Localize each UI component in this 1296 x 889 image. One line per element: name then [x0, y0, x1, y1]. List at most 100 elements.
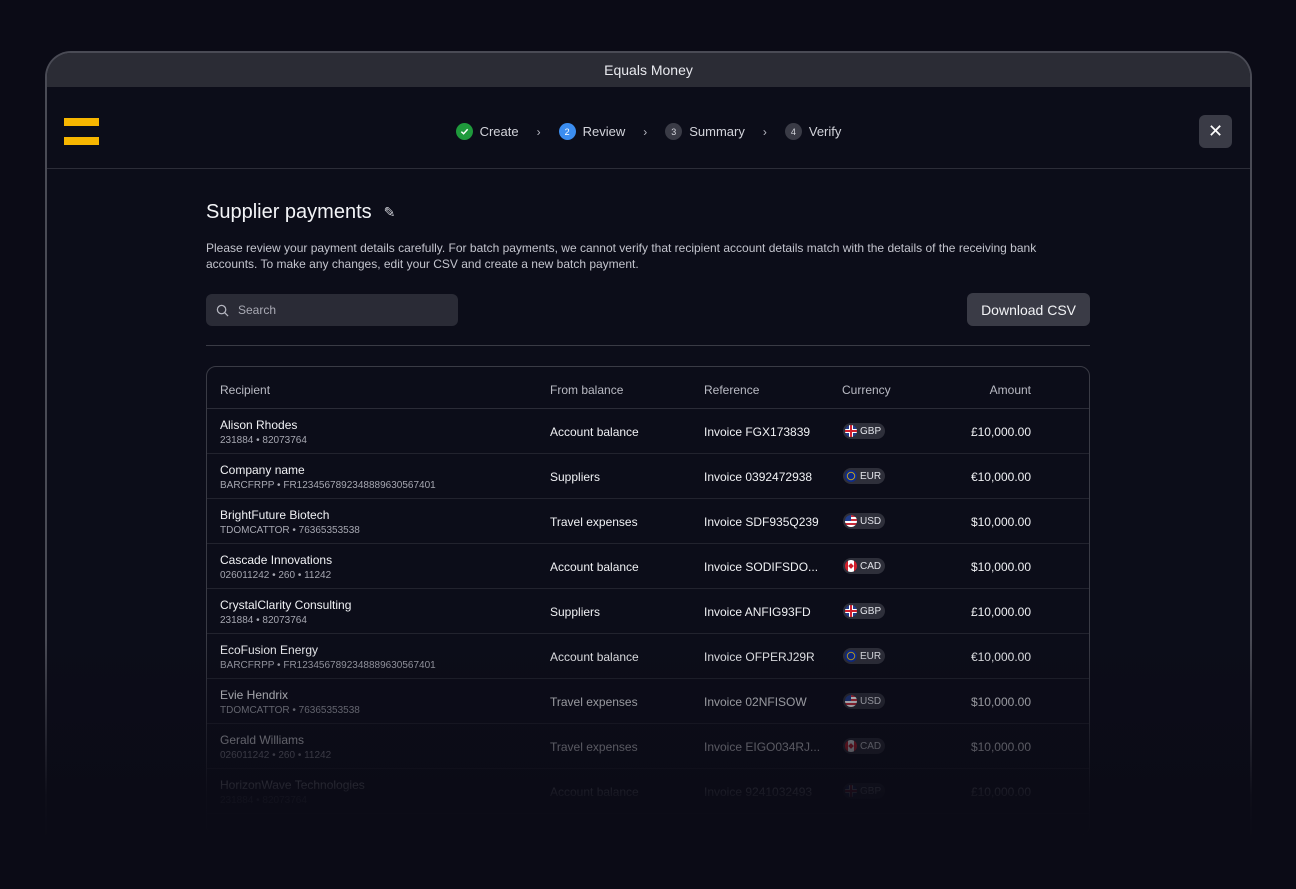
recipient-account: 026011242 • 260 • 11242 — [220, 570, 332, 581]
currency-badge: CAD — [843, 738, 886, 754]
recipient-account: BARCFRPP • FR1234567892348889630567401 — [220, 660, 436, 671]
page-title-text: Supplier payments — [206, 201, 372, 223]
recipient-cell: EcoFusion Energy BARCFRPP • FR12345678923… — [220, 643, 436, 671]
table-row[interactable]: BrightFuture Biotech TDOMCATTOR • 7636535… — [207, 499, 1089, 544]
amount-cell: €10,000.00 — [970, 470, 1031, 484]
eur-flag-icon — [845, 470, 857, 482]
from-balance-cell: Travel expenses — [550, 695, 638, 709]
reference-cell: Invoice SODIFSDO... — [704, 560, 819, 574]
recipient-name: Gerald Williams — [220, 733, 305, 747]
table-row[interactable]: CrystalClarity Consulting 231884 • 820737… — [207, 589, 1089, 634]
step-label: Create — [479, 124, 519, 139]
reference-cell: Invoice 9241032493 — [704, 785, 813, 799]
download-csv-button[interactable]: Download CSV — [967, 293, 1090, 326]
search-icon — [216, 304, 229, 317]
reference-cell: Invoice SDF935Q239 — [704, 515, 819, 529]
currency-cell: USD — [843, 693, 886, 710]
recipient-name: Alison Rhodes — [220, 418, 298, 432]
progress-stepper: Create › 2 Review › 3 Summary › 4 Verify — [47, 123, 1250, 140]
table-row[interactable]: HorizonWave Technologies 231884 • 8207376… — [207, 769, 1089, 814]
from-balance-cell: Account balance — [550, 785, 639, 799]
check-icon — [455, 123, 473, 140]
pencil-icon[interactable]: ✎ — [384, 204, 396, 221]
step-number: 3 — [665, 123, 683, 140]
currency-badge: USD — [843, 693, 886, 709]
chevron-right-icon: › — [536, 124, 541, 139]
recipient-account: 231884 • 82073764 — [220, 615, 307, 626]
step-verify[interactable]: 4 Verify — [784, 123, 841, 140]
table-row[interactable]: Gerald Williams 026011242 • 260 • 11242 Tr… — [207, 724, 1089, 769]
recipient-cell: BrightFuture Biotech TDOMCATTOR • 7636535… — [220, 508, 360, 536]
table-row[interactable]: Company name BARCFRPP • FR123456789234888… — [207, 454, 1089, 499]
column-header-amount[interactable]: Amount — [990, 383, 1031, 397]
reference-cell: Invoice OFPERJ29R — [704, 650, 815, 664]
column-header-recipient[interactable]: Recipient — [220, 383, 270, 397]
payments-table: Recipient From balance Reference Currenc… — [206, 366, 1090, 836]
gbp-flag-icon — [845, 425, 857, 437]
currency-code: CAD — [860, 560, 882, 572]
step-summary[interactable]: 3 Summary — [665, 123, 745, 140]
currency-code: USD — [860, 515, 882, 527]
step-number: 2 — [558, 123, 576, 140]
chevron-right-icon: › — [643, 124, 648, 139]
table-row[interactable]: Cascade Innovations 026011242 • 260 • 112… — [207, 544, 1089, 589]
currency-cell: CAD — [843, 558, 886, 575]
recipient-name: Cascade Innovations — [220, 553, 333, 567]
table-header: Recipient From balance Reference Currenc… — [207, 367, 1089, 409]
gbp-flag-icon — [845, 605, 857, 617]
from-balance-cell: Travel expenses — [550, 740, 638, 754]
recipient-account: 026011242 • 260 • 11242 — [220, 750, 332, 761]
currency-badge: GBP — [843, 603, 886, 619]
cad-flag-icon — [845, 560, 857, 572]
recipient-name: Evie Hendrix — [220, 688, 289, 702]
reference-cell: Invoice ANFIG93FD — [704, 605, 811, 619]
table-row[interactable]: Alison Rhodes 231884 • 82073764 Account ba… — [207, 409, 1089, 454]
usd-flag-icon — [845, 695, 857, 707]
from-balance-cell: Suppliers — [550, 605, 601, 619]
eur-flag-icon — [845, 650, 857, 662]
search-input[interactable]: Search — [206, 294, 458, 326]
currency-cell: GBP — [843, 423, 886, 440]
table-row[interactable]: Evie Hendrix TDOMCATTOR • 76365353538 Trav… — [207, 679, 1089, 724]
usd-flag-icon — [845, 515, 857, 527]
recipient-account: TDOMCATTOR • 76365353538 — [220, 525, 360, 536]
amount-cell: €10,000.00 — [970, 650, 1031, 664]
recipient-cell: Company name BARCFRPP • FR123456789234888… — [220, 463, 436, 491]
column-header-currency[interactable]: Currency — [842, 383, 891, 397]
reference-cell: Invoice EIGO034RJ... — [704, 740, 821, 754]
currency-cell: EUR — [843, 648, 886, 665]
recipient-cell: Gerald Williams 026011242 • 260 • 11242 — [220, 733, 331, 761]
amount-cell: £10,000.00 — [970, 425, 1031, 439]
from-balance-cell: Account balance — [550, 650, 639, 664]
step-number: 4 — [784, 123, 802, 140]
reference-cell: Invoice 0392472938 — [704, 470, 813, 484]
currency-code: GBP — [860, 605, 882, 617]
search-placeholder: Search — [238, 303, 277, 317]
column-header-from-balance[interactable]: From balance — [550, 383, 623, 397]
currency-badge: EUR — [843, 468, 886, 484]
column-header-reference[interactable]: Reference — [704, 383, 759, 397]
recipient-name: EcoFusion Energy — [220, 643, 319, 657]
currency-code: GBP — [860, 785, 882, 797]
table-row[interactable]: EcoFusion Energy BARCFRPP • FR12345678923… — [207, 634, 1089, 679]
recipient-cell: Alison Rhodes 231884 • 82073764 — [220, 418, 307, 446]
toolbar: Search Download CSV — [206, 293, 1090, 326]
step-create[interactable]: Create — [455, 123, 519, 140]
step-label: Review — [582, 124, 626, 139]
page-description: Please review your payment details caref… — [206, 241, 1037, 271]
close-icon: ✕ — [1207, 121, 1224, 141]
reference-cell: Invoice 02NFISOW — [704, 695, 807, 709]
recipient-account: 231884 • 82073764 — [220, 435, 307, 446]
recipient-name: CrystalClarity Consulting — [220, 598, 352, 612]
recipient-cell: CrystalClarity Consulting 231884 • 820737… — [220, 598, 351, 626]
recipient-cell: HorizonWave Technologies 231884 • 8207376… — [220, 778, 365, 806]
currency-cell: GBP — [843, 783, 886, 800]
main-content: Supplier payments ✎ Please review your p… — [206, 201, 1090, 836]
divider — [206, 345, 1090, 346]
step-review[interactable]: 2 Review — [558, 123, 626, 140]
currency-cell: CAD — [843, 738, 886, 755]
recipient-account: BARCFRPP • FR1234567892348889630567401 — [220, 480, 436, 491]
page-title: Supplier payments ✎ — [206, 201, 1090, 224]
close-button[interactable]: ✕ — [1199, 115, 1232, 148]
reference-cell: Invoice FGX173839 — [704, 425, 811, 439]
